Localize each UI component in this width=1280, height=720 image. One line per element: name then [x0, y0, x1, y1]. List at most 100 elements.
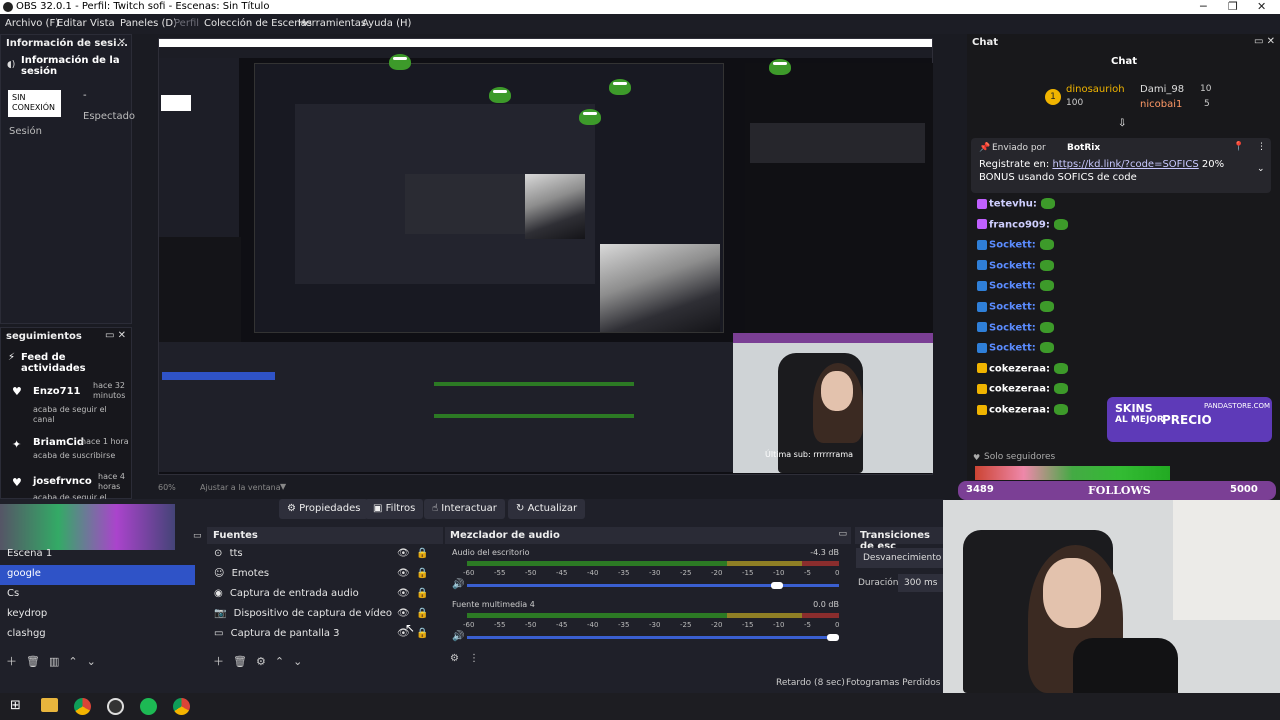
scroll-down-icon[interactable]: ⇩ [1118, 118, 1126, 129]
dock-float-icon[interactable]: ▭ [838, 529, 847, 539]
chat-username[interactable]: Sockett: [989, 302, 1036, 313]
lock-icon[interactable]: 🔒 [416, 568, 428, 579]
chevron-down-icon[interactable]: ⌄ [1257, 164, 1265, 174]
chat-username[interactable]: Sockett: [989, 260, 1036, 271]
menu-paneles[interactable]: Paneles (D) [120, 18, 177, 29]
mixer-menu-icon[interactable]: ⋮ [469, 653, 489, 664]
visibility-icon[interactable]: 👁 [397, 588, 410, 599]
scene-item[interactable]: keydrop [0, 605, 195, 625]
menu-perfil[interactable]: Perfil [174, 18, 199, 29]
source-item[interactable]: ◉ Captura de entrada audio 👁 🔒 [207, 585, 437, 605]
chat-username[interactable]: Sockett: [989, 281, 1036, 292]
chat-username[interactable]: Sockett: [989, 343, 1036, 354]
menu-ayuda[interactable]: Ayuda (H) [362, 18, 411, 29]
lock-icon[interactable]: 🔒 [416, 588, 428, 599]
source-item[interactable]: ▭ Captura de pantalla 3 👁 🔒 [207, 625, 437, 645]
chat-message: tetevhu: [977, 198, 1057, 216]
windows-icon[interactable]: ⊞ [10, 698, 21, 713]
source-type-icon: ☺ [214, 568, 228, 579]
dock-float-icon[interactable]: ▭ [193, 531, 202, 541]
zoom-value[interactable]: 60% [158, 483, 176, 492]
interact-label: Interactuar [441, 503, 497, 514]
audio-level-meter [467, 561, 728, 566]
source-item[interactable]: ⊙ tts 👁 🔒 [207, 545, 437, 565]
chat-username[interactable]: cokezeraa: [989, 405, 1050, 416]
lock-icon[interactable]: 🔒 [416, 608, 428, 619]
mixer-settings-icon[interactable]: ⚙ [450, 653, 469, 664]
source-controls: ＋🗑⚙⌃⌄ [213, 653, 311, 669]
add-source-icon[interactable]: ＋ [213, 655, 233, 668]
scale-tick: -5 [804, 569, 811, 577]
chat-username[interactable]: Sockett: [989, 240, 1036, 251]
scale-tick: -20 [711, 569, 723, 577]
unpin-icon[interactable]: 📍 [1233, 142, 1244, 152]
chat-username[interactable]: tetevhu: [989, 199, 1037, 210]
transition-select[interactable]: Desvanecimiento [856, 548, 945, 568]
followers-only: Solo seguidores [984, 452, 1056, 462]
minimize-button[interactable]: ─ [1200, 0, 1207, 13]
volume-slider[interactable] [467, 584, 839, 587]
move-up-icon[interactable]: ⌃ [275, 655, 293, 668]
chat-username[interactable]: cokezeraa: [989, 363, 1050, 374]
mixer-header: Mezclador de audio ▭ [445, 527, 851, 544]
refresh-button[interactable]: ↻ Actualizar [508, 499, 586, 519]
menu-herramientas[interactable]: Herramientas [298, 18, 366, 29]
chat-username[interactable]: cokezeraa: [989, 384, 1050, 395]
pinned-link[interactable]: https://kd.link/?code=SOFICS [1052, 159, 1198, 170]
source-item[interactable]: ☺ Emotes 👁 🔒 [207, 565, 437, 585]
dock-close-icon[interactable]: ▭ ✕ [105, 330, 126, 341]
remove-source-icon[interactable]: 🗑 [233, 655, 256, 668]
move-up-icon[interactable]: ⌃ [68, 655, 86, 668]
menu-vista[interactable]: Vista [90, 18, 115, 29]
volume-knob[interactable] [771, 582, 784, 589]
chrome-icon[interactable] [74, 698, 91, 715]
move-down-icon[interactable]: ⌄ [87, 655, 105, 668]
scene-item[interactable]: google [0, 565, 195, 585]
scene-item[interactable]: Cs [0, 585, 195, 605]
scene-filter-icon[interactable]: ▥ [49, 655, 68, 668]
maximize-button[interactable]: ❐ [1228, 0, 1238, 13]
visibility-icon[interactable]: 👁 [397, 548, 410, 559]
visibility-icon[interactable]: 👁 [397, 608, 410, 619]
volume-icon[interactable]: 🔊 [452, 631, 464, 642]
filters-button[interactable]: ▣ Filtros [365, 499, 424, 519]
chrome-icon[interactable] [173, 698, 190, 715]
scale-tick: -10 [773, 621, 785, 629]
dock-close-icon[interactable]: ✕ [118, 37, 126, 48]
session-stats-dock: Información de sesi... ✕ ◖) Información … [0, 34, 135, 324]
preview-canvas[interactable]: Última sub: rrrrrrrama [158, 38, 933, 475]
properties-button[interactable]: ⚙ Propiedades [279, 499, 369, 519]
chat-dock-close-icon[interactable]: ▭ ✕ [1254, 36, 1275, 47]
lock-icon[interactable]: 🔒 [416, 548, 428, 559]
menu-archivo[interactable]: Archivo (F) [5, 18, 59, 29]
source-item[interactable]: 📷 Dispositivo de captura de vídeo 👁 🔒 [207, 605, 437, 625]
menu-coleccion[interactable]: Colección de Escenas [204, 18, 312, 29]
add-scene-icon[interactable]: ＋ [6, 655, 26, 668]
menu-editar[interactable]: Editar [57, 18, 87, 29]
more-options-icon[interactable]: ⋮ [1257, 142, 1266, 152]
chat-username[interactable]: Sockett: [989, 322, 1036, 333]
close-window-button[interactable]: ✕ [1257, 0, 1266, 13]
lock-icon[interactable]: 🔒 [416, 628, 428, 639]
move-down-icon[interactable]: ⌄ [293, 655, 311, 668]
volume-knob[interactable] [827, 634, 839, 641]
obs-icon[interactable] [107, 698, 124, 715]
nested-pinned [750, 123, 925, 163]
spotify-icon[interactable] [140, 698, 157, 715]
source-settings-icon[interactable]: ⚙ [256, 655, 275, 668]
duration-input[interactable]: 300 ms [898, 574, 945, 592]
fit-window[interactable]: Ajustar a la ventana [200, 483, 281, 492]
interact-button[interactable]: ☝ Interactuar [424, 499, 505, 519]
scene-item[interactable]: clashgg [0, 625, 195, 645]
chat-username[interactable]: franco909: [989, 219, 1050, 230]
feed-desc: acaba de suscribirse [33, 451, 116, 460]
visibility-icon[interactable]: 👁 [397, 568, 410, 579]
frog-emote-icon [1053, 218, 1068, 230]
chevron-down-icon[interactable]: ▼ [280, 482, 286, 491]
folder-icon[interactable] [41, 698, 58, 712]
follows-goal: 5000 [1230, 484, 1258, 495]
volume-slider[interactable] [467, 636, 839, 639]
scene-item[interactable]: Escena 1 [0, 545, 195, 565]
volume-icon[interactable]: 🔊 [452, 579, 464, 590]
remove-scene-icon[interactable]: 🗑 [26, 655, 49, 668]
